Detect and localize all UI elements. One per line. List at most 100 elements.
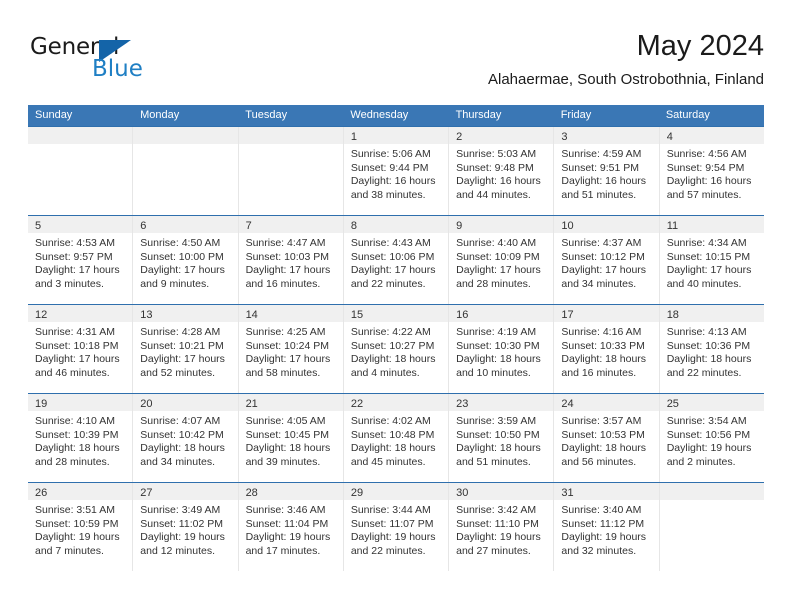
day-number-band: 13 [133,305,238,322]
day-cell[interactable]: 21 Sunrise: 4:05 AM Sunset: 10:45 PM Day… [238,394,344,482]
sunset-text: Sunset: 10:09 PM [456,250,540,263]
weekday-header-saturday: Saturday [665,109,710,121]
day-number: 21 [245,398,258,410]
day-number-band: 23 [449,394,554,411]
day-number: 7 [245,220,252,232]
day-cell[interactable]: 17 Sunrise: 4:16 AM Sunset: 10:33 PM Day… [554,305,660,393]
general-blue-logo[interactable]: General Blue [30,34,210,90]
sunrise-text: Sunrise: 4:25 AM [245,326,326,338]
sunrise-text: Sunrise: 4:40 AM [456,237,537,249]
day-cell[interactable]: 18 Sunrise: 4:13 AM Sunset: 10:36 PM Day… [659,305,764,393]
day-number: 8 [350,220,357,232]
day-cell[interactable]: 26 Sunrise: 3:51 AM Sunset: 10:59 PM Day… [28,483,134,571]
day-cell[interactable]: 24 Sunrise: 3:57 AM Sunset: 10:53 PM Day… [554,394,660,482]
daylight-text-line1: Daylight: 19 hours [350,531,436,544]
daylight-text-line2: and 51 minutes. [561,188,637,201]
daylight-text-line2: and 7 minutes. [35,544,104,557]
day-cell[interactable]: 23 Sunrise: 3:59 AM Sunset: 10:50 PM Day… [449,394,555,482]
day-number: 23 [456,398,469,410]
day-details: Sunrise: 4:56 AM Sunset: 9:54 PM Dayligh… [660,144,764,202]
day-cell[interactable]: 11 Sunrise: 4:34 AM Sunset: 10:15 PM Day… [659,216,764,304]
day-cell[interactable]: 5 Sunrise: 4:53 AM Sunset: 9:57 PM Dayli… [28,216,134,304]
day-cell[interactable]: 20 Sunrise: 4:07 AM Sunset: 10:42 PM Day… [133,394,239,482]
sunrise-text: Sunrise: 4:16 AM [561,326,642,338]
day-details: Sunrise: 3:59 AM Sunset: 10:50 PM Daylig… [449,411,553,469]
sunrise-text: Sunrise: 5:06 AM [350,148,431,160]
sunset-text: Sunset: 11:12 PM [561,517,645,530]
day-cell[interactable]: 19 Sunrise: 4:10 AM Sunset: 10:39 PM Day… [28,394,134,482]
day-cell[interactable]: 14 Sunrise: 4:25 AM Sunset: 10:24 PM Day… [238,305,344,393]
day-cell[interactable] [133,127,239,215]
daylight-text-line2: and 10 minutes. [456,366,531,379]
day-cell[interactable]: 6 Sunrise: 4:50 AM Sunset: 10:00 PM Dayl… [133,216,239,304]
day-number-band: 1 [343,127,449,144]
day-number-band [28,127,133,144]
day-number-band [238,127,343,144]
sunset-text: Sunset: 10:24 PM [245,339,330,352]
day-cell[interactable]: 30 Sunrise: 3:42 AM Sunset: 11:10 PM Day… [449,483,555,571]
sunrise-text: Sunrise: 3:54 AM [666,415,747,427]
day-cell[interactable]: 29 Sunrise: 3:44 AM Sunset: 11:07 PM Day… [343,483,450,571]
sunrise-text: Sunrise: 4:43 AM [350,237,431,249]
day-number-band: 4 [659,127,764,144]
day-number: 10 [561,220,574,232]
sunset-text: Sunset: 9:57 PM [35,250,113,263]
day-number: 4 [666,131,673,143]
sunset-text: Sunset: 10:30 PM [456,339,540,352]
daylight-text-line2: and 27 minutes. [456,544,531,557]
day-cell[interactable]: 1 Sunrise: 5:06 AM Sunset: 9:44 PM Dayli… [343,127,450,215]
day-cell[interactable]: 9 Sunrise: 4:40 AM Sunset: 10:09 PM Dayl… [449,216,555,304]
day-cell[interactable]: 7 Sunrise: 4:47 AM Sunset: 10:03 PM Dayl… [238,216,344,304]
day-cell[interactable]: 4 Sunrise: 4:56 AM Sunset: 9:54 PM Dayli… [659,127,764,215]
day-details: Sunrise: 4:02 AM Sunset: 10:48 PM Daylig… [344,411,448,469]
daylight-text-line2: and 16 minutes. [561,366,637,379]
day-cell[interactable]: 10 Sunrise: 4:37 AM Sunset: 10:12 PM Day… [554,216,660,304]
day-cell[interactable]: 3 Sunrise: 4:59 AM Sunset: 9:51 PM Dayli… [554,127,660,215]
weekday-header-wednesday: Wednesday [350,109,409,121]
daylight-text-line2: and 56 minutes. [561,455,637,468]
day-number-band: 9 [449,216,554,233]
sunset-text: Sunset: 10:36 PM [666,339,751,352]
day-number-band: 29 [343,483,449,500]
sunrise-text: Sunrise: 4:56 AM [666,148,747,160]
sunrise-text: Sunrise: 3:59 AM [456,415,537,427]
day-details: Sunrise: 4:10 AM Sunset: 10:39 PM Daylig… [28,411,132,469]
day-number-band [133,127,238,144]
day-cell[interactable]: 12 Sunrise: 4:31 AM Sunset: 10:18 PM Day… [28,305,134,393]
day-number-band: 28 [238,483,343,500]
day-cell[interactable]: 16 Sunrise: 4:19 AM Sunset: 10:30 PM Day… [449,305,555,393]
day-cell[interactable]: 22 Sunrise: 4:02 AM Sunset: 10:48 PM Day… [343,394,450,482]
day-number-band: 5 [28,216,133,233]
day-cell[interactable]: 31 Sunrise: 3:40 AM Sunset: 11:12 PM Day… [554,483,660,571]
day-number: 16 [456,309,469,321]
day-number-band: 24 [554,394,659,411]
day-number: 31 [561,487,574,499]
weekday-header-sunday: Sunday [35,109,73,121]
day-cell[interactable]: 28 Sunrise: 3:46 AM Sunset: 11:04 PM Day… [238,483,344,571]
day-details: Sunrise: 4:37 AM Sunset: 10:12 PM Daylig… [554,233,658,291]
day-cell[interactable]: 15 Sunrise: 4:22 AM Sunset: 10:27 PM Day… [343,305,450,393]
daylight-text-line2: and 34 minutes. [561,277,637,290]
sunrise-text: Sunrise: 4:37 AM [561,237,642,249]
sunrise-text: Sunrise: 5:03 AM [456,148,537,160]
sunset-text: Sunset: 10:39 PM [35,428,119,441]
sunrise-text: Sunrise: 4:22 AM [350,326,431,338]
sunrise-text: Sunrise: 4:50 AM [140,237,221,249]
day-details: Sunrise: 4:05 AM Sunset: 10:45 PM Daylig… [239,411,343,469]
day-cell[interactable]: 13 Sunrise: 4:28 AM Sunset: 10:21 PM Day… [133,305,239,393]
sunrise-text: Sunrise: 3:51 AM [35,504,115,516]
day-details: Sunrise: 4:34 AM Sunset: 10:15 PM Daylig… [660,233,764,291]
day-cell[interactable] [28,127,134,215]
day-number: 15 [350,309,364,321]
daylight-text-line1: Daylight: 17 hours [245,353,331,366]
day-cell[interactable]: 2 Sunrise: 5:03 AM Sunset: 9:48 PM Dayli… [449,127,555,215]
day-cell[interactable] [238,127,344,215]
day-cell[interactable] [659,483,764,571]
location-subtitle: Alahaermae, South Ostrobothnia, Finland [488,71,764,88]
day-cell[interactable]: 25 Sunrise: 3:54 AM Sunset: 10:56 PM Day… [659,394,764,482]
day-cell[interactable]: 8 Sunrise: 4:43 AM Sunset: 10:06 PM Dayl… [343,216,450,304]
day-cell[interactable]: 27 Sunrise: 3:49 AM Sunset: 11:02 PM Day… [133,483,239,571]
sunset-text: Sunset: 10:00 PM [140,250,224,263]
sunrise-text: Sunrise: 4:59 AM [561,148,642,160]
day-number: 17 [561,309,574,321]
